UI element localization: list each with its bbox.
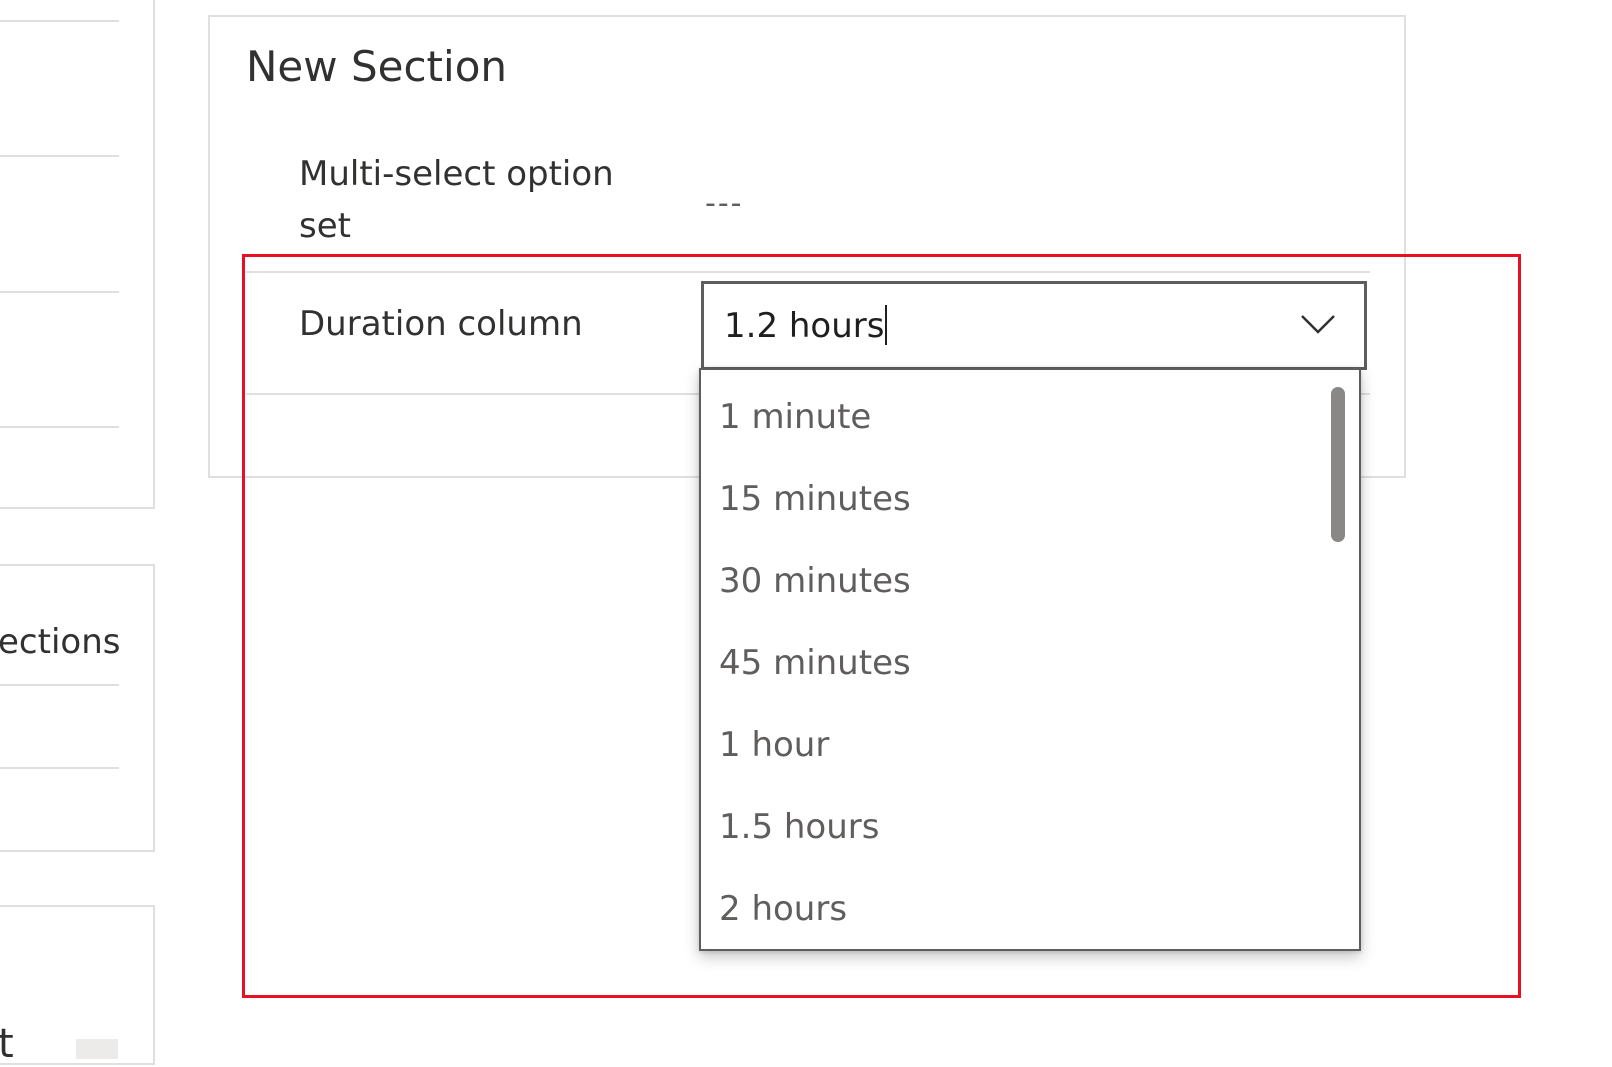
chevron-down-icon[interactable] (1300, 312, 1336, 336)
multi-select-value[interactable]: --- (705, 186, 743, 221)
left-panel-divider (0, 20, 119, 22)
left-panel-top (0, 0, 155, 509)
left-panel-label: ections (0, 622, 121, 662)
dropdown-option[interactable]: 45 minutes (701, 622, 1331, 704)
multi-select-label: Multi-select option set (299, 148, 614, 252)
dropdown-option[interactable]: 2 hours (701, 868, 1331, 949)
dropdown-option[interactable]: 30 minutes (701, 540, 1331, 622)
dropdown-option[interactable]: 15 minutes (701, 458, 1331, 540)
left-panel-bottom-label: t (0, 1021, 14, 1067)
left-panel-divider (0, 684, 119, 686)
left-panel-divider (0, 426, 119, 428)
duration-dropdown-list: 1 minute 15 minutes 30 minutes 45 minute… (699, 368, 1361, 951)
row-divider (246, 271, 1370, 273)
duration-combobox[interactable]: 1.2 hours (701, 281, 1367, 370)
section-title: New Section (246, 42, 508, 91)
left-panel-divider (0, 291, 119, 293)
left-panel-middle[interactable]: ections (0, 564, 155, 852)
scrollbar-thumb[interactable] (1331, 387, 1345, 542)
duration-label: Duration column (299, 304, 583, 344)
left-panel-bottom[interactable]: t (0, 905, 155, 1067)
left-panel-bottom-chip (76, 1039, 118, 1059)
multi-select-label-line1: Multi-select option (299, 154, 614, 194)
multi-select-label-line2: set (299, 206, 351, 246)
duration-input[interactable]: 1.2 hours (724, 300, 888, 352)
dropdown-option[interactable]: 1.5 hours (701, 786, 1331, 868)
left-panel-divider (0, 155, 119, 157)
left-panel-divider (0, 767, 119, 769)
dropdown-option[interactable]: 1 hour (701, 704, 1331, 786)
duration-input-value: 1.2 hours (724, 306, 885, 346)
text-caret (885, 305, 888, 345)
dropdown-option[interactable]: 1 minute (701, 376, 1331, 458)
